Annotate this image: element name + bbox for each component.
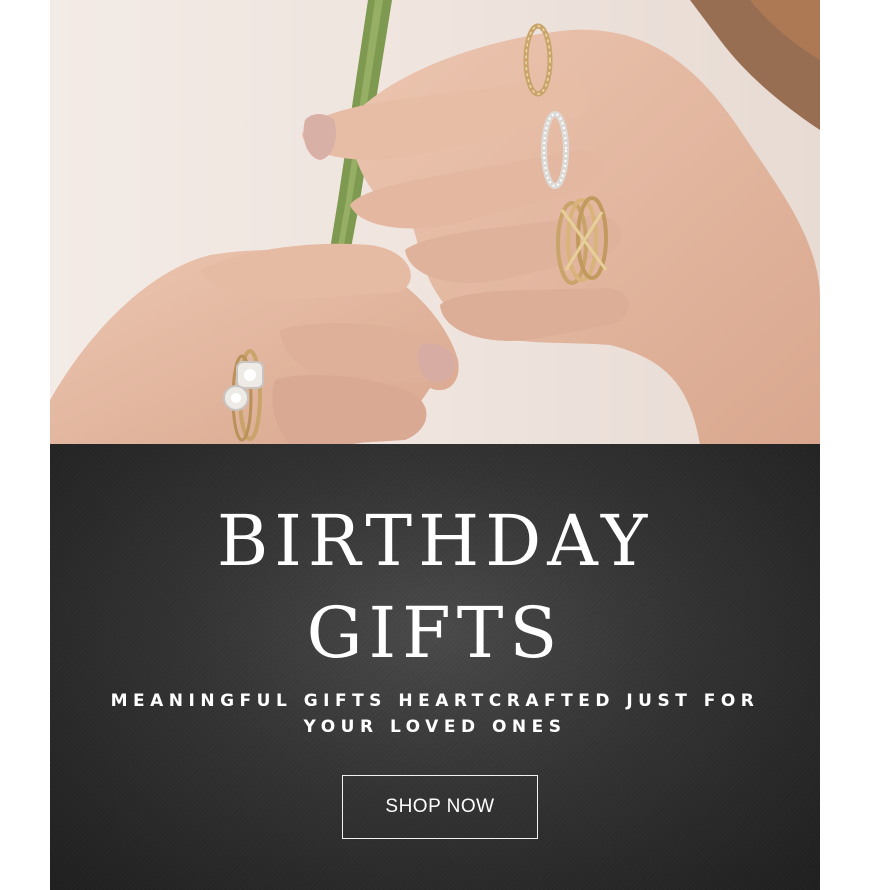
promo-panel: BIRTHDAY GIFTS MEANINGFUL GIFTS HEARTCRA… [50, 444, 820, 890]
headline-gifts: GIFTS [306, 592, 564, 674]
promo-subtitle: MEANINGFUL GIFTS HEARTCRAFTED JUST FOR Y… [110, 691, 760, 737]
hero-image[interactable] [50, 0, 820, 444]
birthday-gifts-banner[interactable]: BIRTHDAY GIFTS MEANINGFUL GIFTS HEARTCRA… [50, 0, 820, 890]
shop-now-button[interactable]: SHOP NOW [342, 775, 538, 839]
hands-rings-illustration [50, 0, 820, 444]
headline-birthday: BIRTHDAY [216, 500, 654, 582]
